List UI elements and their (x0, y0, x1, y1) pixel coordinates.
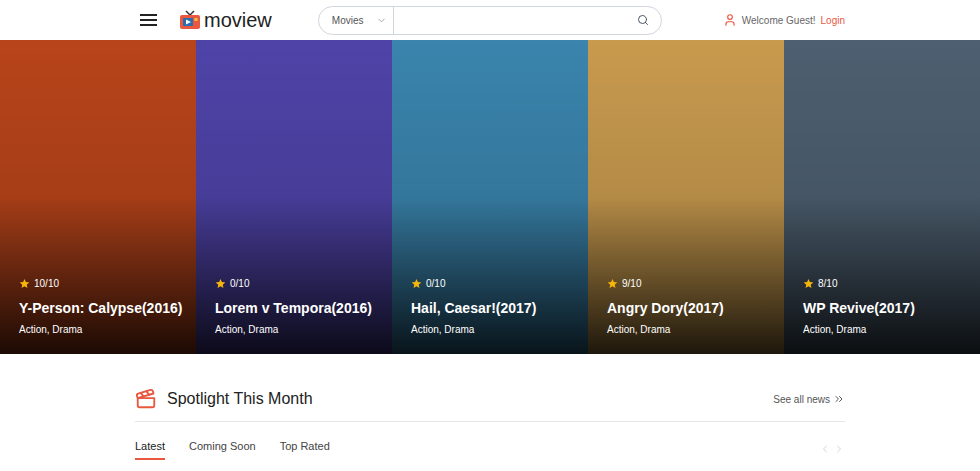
menu-icon[interactable] (140, 14, 157, 26)
movie-genres: Action, Drama (215, 322, 373, 337)
user-icon (723, 13, 737, 27)
movie-title: Hail, Caesar!(2017) (411, 299, 569, 317)
movie-title: Lorem v Tempora(2016) (215, 299, 373, 317)
search-category[interactable]: Movies (319, 7, 394, 34)
movie-title: WP Revive(2017) (803, 299, 961, 317)
clapperboard-icon (135, 388, 157, 410)
star-icon (607, 278, 618, 289)
movie-rating: 10/10 (19, 276, 177, 291)
movie-genres: Action, Drama (803, 322, 961, 337)
chevron-down-icon (376, 15, 387, 26)
prev-arrow-icon[interactable] (819, 443, 831, 455)
movie-title: Y-Person: Calypse(2016) (19, 299, 177, 317)
movie-card[interactable]: 0/10 Hail, Caesar!(2017) Action, Drama (392, 40, 588, 354)
header: moview Movies Welcome Guest! Login (0, 0, 980, 40)
tab[interactable]: Coming Soon (189, 438, 256, 460)
movie-card[interactable]: 8/10 WP Revive(2017) Action, Drama (784, 40, 980, 354)
star-icon (803, 278, 814, 289)
movie-genres: Action, Drama (607, 322, 765, 337)
logo-text: moview (204, 10, 272, 30)
user-area: Welcome Guest! Login (723, 13, 845, 28)
login-link[interactable]: Login (821, 13, 845, 28)
movie-card[interactable]: 10/10 Y-Person: Calypse(2016) Action, Dram… (0, 40, 196, 354)
star-icon (19, 278, 30, 289)
tab[interactable]: Latest (135, 438, 165, 460)
movie-card[interactable]: 9/10 Angry Dory(2017) Action, Drama (588, 40, 784, 354)
spotlight-section: Spotlight This Month See all news Latest Co… (135, 354, 845, 460)
star-icon (215, 278, 226, 289)
next-arrow-icon[interactable] (833, 443, 845, 455)
movie-rating: 8/10 (803, 276, 961, 291)
tab-list: Latest Coming Soon Top Rated (135, 438, 330, 460)
section-title: Spotlight This Month (167, 387, 313, 411)
movie-genres: Action, Drama (411, 322, 569, 337)
movie-rating: 0/10 (411, 276, 569, 291)
movie-title: Angry Dory(2017) (607, 299, 765, 317)
logo[interactable]: moview (179, 10, 272, 30)
double-chevron-icon (833, 393, 845, 405)
movie-genres: Action, Drama (19, 322, 177, 337)
search-bar: Movies (318, 6, 662, 35)
welcome-text: Welcome Guest! (742, 13, 816, 28)
star-icon (411, 278, 422, 289)
movie-rating: 9/10 (607, 276, 765, 291)
hero-slider: 10/10 Y-Person: Calypse(2016) Action, Dram… (0, 40, 980, 354)
movie-rating: 0/10 (215, 276, 373, 291)
search-input[interactable] (394, 7, 637, 34)
tab[interactable]: Top Rated (280, 438, 330, 460)
search-icon[interactable] (637, 14, 649, 26)
tv-logo-icon (179, 10, 201, 30)
page: moview Movies Welcome Guest! Login 10/10 Y-Pe… (0, 0, 980, 471)
movie-card[interactable]: 0/10 Lorem v Tempora(2016) Action, Drama (196, 40, 392, 354)
see-all-link[interactable]: See all news (773, 392, 845, 407)
